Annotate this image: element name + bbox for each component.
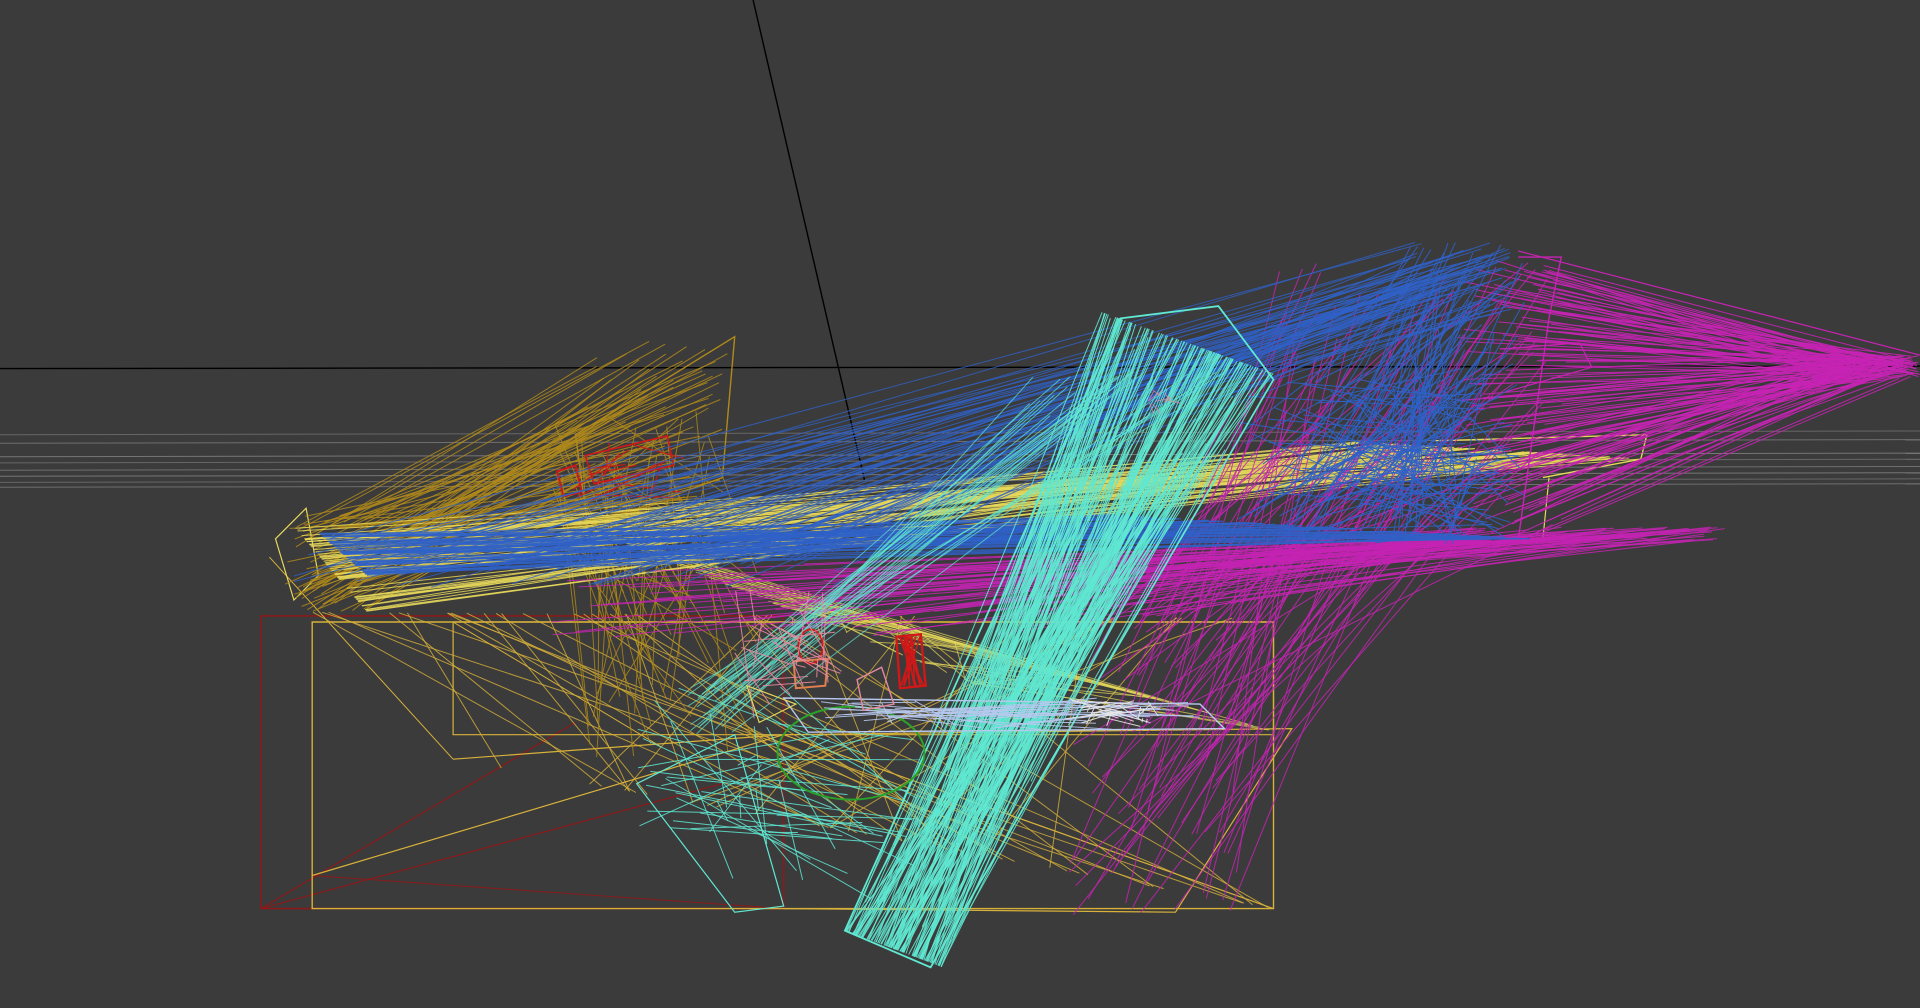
scene-canvas[interactable] [0,0,1920,1008]
wire-edge [496,613,857,832]
wire-edge [547,614,630,792]
wire-edge [261,722,576,908]
wire-edge [677,798,848,874]
wireframe-viewport[interactable] [0,0,1920,1008]
wire-edge [261,784,723,909]
wire-edge [1230,335,1463,911]
wire-edge [484,613,629,791]
wire-edge [779,779,803,880]
wire-edge [610,575,651,726]
wire-edge [796,665,806,668]
wire-shape [857,667,894,710]
wire-shape [637,735,784,913]
wire-edge [453,622,661,747]
wire-shape [312,735,1273,909]
wire-edge [312,876,784,909]
wire-edge [329,612,829,827]
wire-shape [453,622,1273,735]
wire-edge [753,0,864,480]
wire-edge [390,613,602,787]
